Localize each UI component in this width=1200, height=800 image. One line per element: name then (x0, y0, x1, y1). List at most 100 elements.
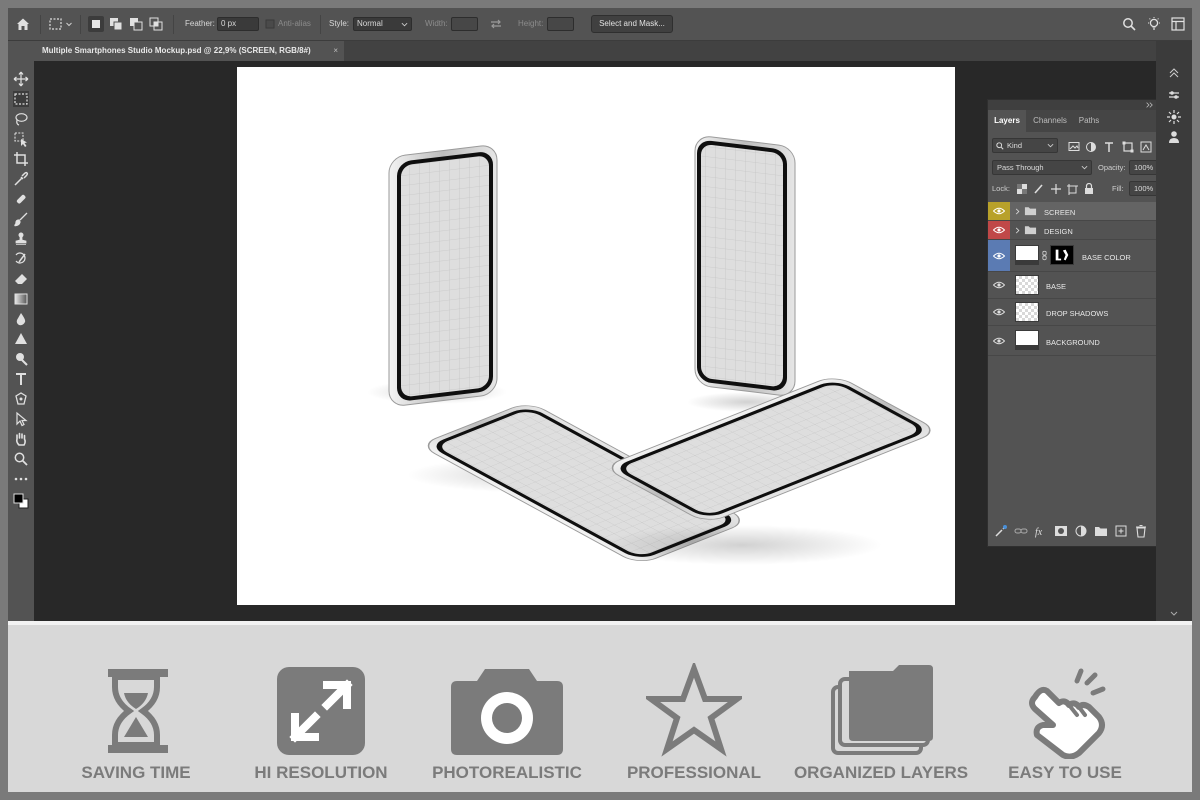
gradient-icon[interactable] (13, 291, 29, 307)
brush-icon[interactable] (13, 211, 29, 227)
object-selection-icon[interactable] (13, 131, 29, 147)
feature-label: HI RESOLUTION (254, 763, 388, 782)
new-selection-icon[interactable] (88, 16, 104, 32)
path-selection-icon[interactable] (13, 391, 29, 407)
document-canvas[interactable] (237, 67, 955, 605)
add-mask-icon[interactable] (1054, 524, 1068, 538)
opacity-label: Opacity: (1098, 163, 1126, 172)
libraries-icon[interactable] (1166, 129, 1182, 145)
layer-filter-icons (1068, 140, 1164, 153)
rectangular-marquee-icon[interactable] (13, 91, 29, 107)
panel-header-strip (988, 100, 1173, 110)
select-and-mask-button[interactable]: Select and Mask... (591, 15, 673, 33)
tab-channels[interactable]: Channels (1028, 110, 1072, 132)
visibility-toggle[interactable] (988, 221, 1010, 239)
visibility-toggle[interactable] (988, 272, 1010, 298)
history-brush-icon[interactable] (13, 251, 29, 267)
document-tab[interactable]: Multiple Smartphones Studio Mockup.psd @… (34, 41, 344, 61)
smart-object-filter-icon[interactable] (1140, 141, 1152, 153)
style-select-value: Normal (357, 19, 383, 28)
adjustment-layer-icon[interactable] (1074, 524, 1088, 538)
visibility-toggle[interactable] (988, 240, 1010, 271)
tab-layers[interactable]: Layers (988, 110, 1026, 132)
direct-selection-icon[interactable] (13, 411, 29, 427)
swap-dimensions-icon[interactable] (488, 16, 504, 32)
layer-row-design[interactable]: DESIGN (988, 221, 1163, 240)
properties-icon[interactable] (1166, 87, 1182, 103)
hand-icon[interactable] (13, 431, 29, 447)
height-input[interactable] (547, 17, 574, 31)
filter-kind-select[interactable]: Kind (992, 138, 1058, 153)
layer-row-background[interactable]: BACKGROUND (988, 326, 1163, 356)
eye-icon (993, 226, 1005, 234)
layer-row-screen[interactable]: SCREEN (988, 202, 1163, 221)
layer-row-base-color[interactable]: BASE COLOR (988, 240, 1163, 272)
lock-position-icon[interactable] (1051, 184, 1061, 194)
close-tab-icon[interactable]: × (333, 41, 338, 61)
layer-row-base[interactable]: BASE (988, 272, 1163, 299)
subtract-from-selection-icon[interactable] (128, 16, 144, 32)
expand-panels-icon[interactable] (1166, 67, 1182, 83)
new-layer-icon[interactable] (1114, 524, 1128, 538)
standing-phone-right (687, 136, 807, 412)
width-label: Width: (425, 19, 448, 28)
layer-row-drop-shadows[interactable]: DROP SHADOWS (988, 299, 1163, 326)
link-layers-icon[interactable] (1014, 524, 1028, 538)
adjustment-filter-icon[interactable] (1086, 142, 1096, 152)
width-input[interactable] (451, 17, 478, 31)
search-icon[interactable] (1121, 16, 1137, 32)
intersect-selection-icon[interactable] (148, 16, 164, 32)
chevron-down-icon[interactable] (65, 16, 73, 32)
eyedropper-icon[interactable] (13, 171, 29, 187)
dodge-icon[interactable] (13, 331, 29, 347)
marquee-tool-preset-icon[interactable] (48, 16, 64, 32)
more-tools-icon[interactable] (13, 471, 29, 487)
feature-organized-layers: ORGANIZED LAYERS (791, 625, 971, 792)
healing-brush-icon[interactable] (13, 191, 29, 207)
workspace-icon[interactable] (1170, 16, 1186, 32)
lasso-icon[interactable] (13, 111, 29, 127)
brush-link-icon[interactable] (994, 524, 1008, 538)
antialias-checkbox[interactable] (265, 16, 275, 32)
pen-icon[interactable] (13, 351, 29, 367)
lock-image-pixels-icon[interactable] (1034, 184, 1043, 194)
clone-stamp-icon[interactable] (13, 231, 29, 247)
link-icon[interactable] (1042, 250, 1047, 261)
star-icon (641, 660, 747, 759)
layer-name: DESIGN (1044, 227, 1073, 236)
adjustments-icon[interactable] (1166, 109, 1182, 125)
blur-icon[interactable] (13, 311, 29, 327)
lightbulb-icon[interactable] (1146, 16, 1162, 32)
delete-layer-icon[interactable] (1134, 524, 1148, 538)
type-filter-icon[interactable] (1105, 142, 1113, 152)
lock-artboard-icon[interactable] (1067, 184, 1078, 195)
home-icon[interactable] (15, 16, 31, 32)
visibility-toggle[interactable] (988, 299, 1010, 325)
layer-thumbnail (1015, 245, 1039, 265)
visibility-toggle[interactable] (988, 202, 1010, 220)
blend-mode-select[interactable]: Pass Through (992, 160, 1092, 175)
chevron-right-icon[interactable] (1014, 208, 1021, 215)
feather-input[interactable]: 0 px (217, 17, 259, 31)
shape-filter-icon[interactable] (1122, 141, 1134, 153)
layer-mask-thumbnail[interactable] (1050, 245, 1074, 265)
foreground-background-color-icon[interactable] (13, 493, 29, 509)
pixel-filter-icon[interactable] (1068, 142, 1080, 151)
zoom-icon[interactable] (13, 451, 29, 467)
lock-transparent-pixels-icon[interactable] (1017, 184, 1027, 194)
chevron-right-icon[interactable] (1014, 227, 1021, 234)
lock-all-icon[interactable] (1085, 182, 1093, 195)
crop-icon[interactable] (13, 151, 29, 167)
tab-paths[interactable]: Paths (1074, 110, 1104, 132)
scroll-down-icon[interactable] (1166, 606, 1182, 622)
document-tab-title: Multiple Smartphones Studio Mockup.psd @… (42, 46, 311, 55)
visibility-toggle[interactable] (988, 326, 1010, 355)
move-tool-icon[interactable] (13, 71, 29, 87)
layer-style-fx-icon[interactable]: fx (1034, 524, 1048, 538)
add-to-selection-icon[interactable] (108, 16, 124, 32)
style-select[interactable]: Normal (353, 17, 412, 31)
type-icon[interactable] (13, 371, 29, 387)
document-workspace[interactable]: Layers Channels Paths Kind Pass Through … (34, 61, 1174, 621)
new-group-icon[interactable] (1094, 524, 1108, 538)
eraser-icon[interactable] (13, 271, 29, 287)
